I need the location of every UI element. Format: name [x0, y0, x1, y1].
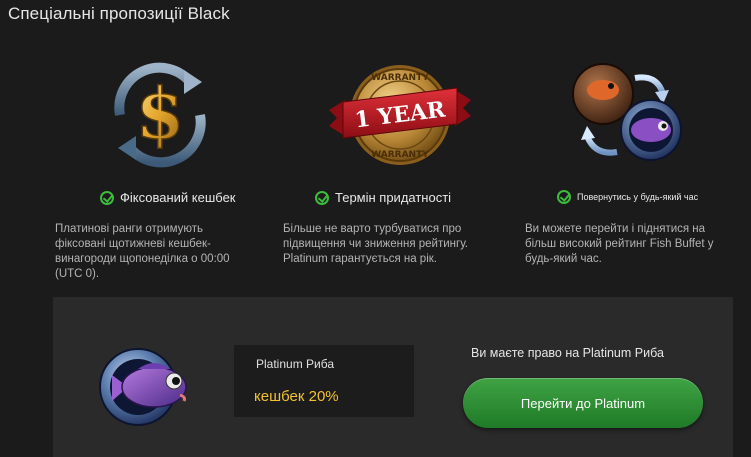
dollar-cashback-icon: $ [114, 62, 206, 168]
feature-description: Платинові ранги отримують фіксовані щоти… [55, 223, 230, 280]
rank-title: Platinum Риба [256, 357, 334, 371]
warranty-seal-icon: WARRANTY WARRANTY 1 YEAR [329, 65, 471, 165]
rank-panel: Platinum Риба кешбек 20% Ви маєте право … [53, 297, 733, 457]
feature-description: Більше не варто турбуватися про підвищен… [283, 223, 468, 265]
rank-info-box: Platinum Риба кешбек 20% [234, 345, 414, 417]
feature-description: Ви можете перейти і піднятися на більш в… [525, 223, 714, 265]
rank-switch-icon [572, 63, 682, 161]
cashback-value: кешбек 20% [254, 388, 339, 405]
feature-validity-period: WARRANTY WARRANTY 1 YEAR Термін придатно… [283, 60, 513, 265]
feature-heading: Фіксований кешбек [120, 190, 236, 205]
check-icon [557, 190, 571, 204]
svg-text:$: $ [136, 72, 185, 155]
feature-return-anytime: Повернутись у будь-який час Ви можете пе… [525, 60, 751, 265]
check-icon [100, 190, 114, 205]
feature-heading: Повернутись у будь-який час [577, 192, 699, 202]
platinum-fish-icon [99, 348, 187, 426]
feature-fixed-cashback: $ Фіксований кешбек Платинові ранги отри… [55, 60, 285, 280]
feature-heading: Термін придатності [335, 190, 452, 205]
page-title: Спеціальні пропозиції Black [8, 4, 230, 23]
eligibility-text: Ви маєте право на Platinum Риба [471, 346, 664, 360]
seal-text-top: WARRANTY [371, 73, 429, 83]
go-to-platinum-button[interactable]: Перейти до Platinum [463, 378, 703, 428]
check-icon [315, 190, 329, 205]
seal-text-bottom: WARRANTY [371, 150, 429, 160]
